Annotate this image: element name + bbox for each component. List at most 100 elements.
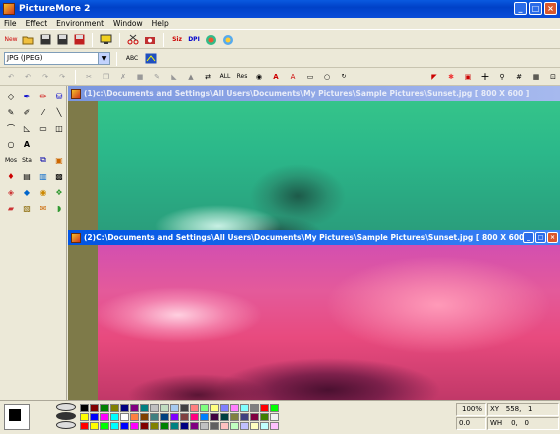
resize-icon[interactable]: Siz <box>170 33 184 47</box>
effects-icon[interactable] <box>221 33 235 47</box>
checker-icon[interactable]: ▩ <box>52 169 66 183</box>
select-all-button[interactable]: ALL <box>218 70 232 84</box>
curve-icon[interactable]: ⌒ <box>4 121 18 135</box>
palette-swatch[interactable] <box>130 404 139 412</box>
menu-environment[interactable]: Environment <box>56 19 104 28</box>
menu-effect[interactable]: Effect <box>26 19 48 28</box>
palette-swatch[interactable] <box>230 422 239 430</box>
palette-swatch[interactable] <box>130 413 139 421</box>
palette-swatch[interactable] <box>260 422 269 430</box>
palette-swatch[interactable] <box>270 413 279 421</box>
polygon-icon[interactable]: ◺ <box>20 121 34 135</box>
pencil-icon[interactable]: ✏ <box>36 89 50 103</box>
eraser-icon[interactable]: ◇ <box>4 89 18 103</box>
pen-icon[interactable]: ✒ <box>20 89 34 103</box>
redo-icon[interactable]: ↷ <box>38 70 52 84</box>
palette-swatch[interactable] <box>90 404 99 412</box>
palette-swatch[interactable] <box>220 422 229 430</box>
brush-tool-icon[interactable]: ✎ <box>4 105 18 119</box>
rect-tool-icon[interactable]: ▭ <box>36 121 50 135</box>
image-window-1-titlebar[interactable]: (1)c:\Documents and Settings\All Users\D… <box>68 86 560 101</box>
palette-swatch[interactable] <box>170 413 179 421</box>
mode-option[interactable] <box>56 403 76 411</box>
new-button[interactable]: New <box>4 33 18 47</box>
palette-swatch[interactable] <box>200 404 209 412</box>
oval-tool-icon[interactable]: ○ <box>4 137 18 151</box>
palette-swatch[interactable] <box>260 413 269 421</box>
resolution-button[interactable]: Res <box>235 70 249 84</box>
cut-icon[interactable]: ✂ <box>82 70 96 84</box>
menu-file[interactable]: File <box>4 19 17 28</box>
palette-swatch[interactable] <box>80 413 89 421</box>
draw-mode-selector[interactable] <box>56 403 76 431</box>
image-window-2-titlebar[interactable]: (2)C:\Documents and Settings\All Users\D… <box>68 230 560 245</box>
table-grid-icon[interactable]: ▦ <box>529 70 543 84</box>
palette-swatch[interactable] <box>100 404 109 412</box>
color-brush-icon[interactable]: ♦ <box>4 169 18 183</box>
save-icon[interactable] <box>38 33 52 47</box>
foreground-color[interactable] <box>8 408 22 422</box>
palette-swatch[interactable] <box>180 404 189 412</box>
menu-help[interactable]: Help <box>152 19 169 28</box>
zoom-icon[interactable]: ⚲ <box>495 70 509 84</box>
image-window-1[interactable]: (1)c:\Documents and Settings\All Users\D… <box>68 86 560 230</box>
palette-swatch[interactable] <box>100 422 109 430</box>
frame-icon[interactable]: ▣ <box>461 70 475 84</box>
save-all-icon[interactable] <box>72 33 86 47</box>
minimize-button[interactable]: _ <box>514 2 527 15</box>
palette-swatch[interactable] <box>110 422 119 430</box>
palette-swatch[interactable] <box>140 404 149 412</box>
mode-option[interactable] <box>56 421 76 429</box>
sharpen-icon[interactable]: ◆ <box>20 185 34 199</box>
spray-icon[interactable]: ⁄ <box>36 105 50 119</box>
fit-window-icon[interactable]: ⊡ <box>546 70 560 84</box>
sunset-image-green[interactable] <box>98 101 560 230</box>
palette-swatch[interactable] <box>80 422 89 430</box>
image-info-icon[interactable]: ◉ <box>252 70 266 84</box>
pattern-icon[interactable]: ▤ <box>20 169 34 183</box>
stamp-tool-icon[interactable]: ✉ <box>36 201 50 215</box>
palette-swatch[interactable] <box>140 422 149 430</box>
emboss-icon[interactable]: ▧ <box>20 201 34 215</box>
line-icon[interactable]: ╲ <box>52 105 66 119</box>
palette-swatch[interactable] <box>140 413 149 421</box>
image-canvas-2[interactable] <box>68 245 560 400</box>
palette-swatch[interactable] <box>240 404 249 412</box>
window-minimize-button[interactable]: _ <box>523 232 534 243</box>
window-maximize-button[interactable]: □ <box>535 232 546 243</box>
palette-swatch[interactable] <box>150 413 159 421</box>
brush-icon[interactable]: ✎ <box>150 70 164 84</box>
grid-icon[interactable]: # <box>512 70 526 84</box>
palette-swatch[interactable] <box>160 404 169 412</box>
sparkle-icon[interactable]: ✱ <box>444 70 458 84</box>
text-tool-icon[interactable]: A <box>20 137 34 151</box>
mosaic-button[interactable]: Mos <box>4 153 18 167</box>
lock-icon[interactable]: ▲ <box>184 70 198 84</box>
undo-icon[interactable]: ↶ <box>4 70 18 84</box>
clone-icon[interactable]: ⧉ <box>36 153 50 167</box>
palette-swatch[interactable] <box>180 422 189 430</box>
palette-swatch[interactable] <box>90 422 99 430</box>
stamp-button[interactable]: Sta <box>20 153 34 167</box>
palette-swatch[interactable] <box>160 413 169 421</box>
undo-all-icon[interactable]: ↶ <box>21 70 35 84</box>
fill-bucket-icon[interactable]: ⛁ <box>52 89 66 103</box>
image-window-2[interactable]: (2)C:\Documents and Settings\All Users\D… <box>68 230 560 400</box>
palette-swatch[interactable] <box>120 404 129 412</box>
rounded-rect-icon[interactable]: ◫ <box>52 121 66 135</box>
palette-swatch[interactable] <box>240 422 249 430</box>
text-abc-button[interactable]: ABC <box>123 52 141 66</box>
text-icon[interactable]: A <box>269 70 283 84</box>
ellipse-icon[interactable]: ○ <box>320 70 334 84</box>
palette-swatch[interactable] <box>230 404 239 412</box>
copy-icon[interactable]: ❐ <box>99 70 113 84</box>
palette-swatch[interactable] <box>210 413 219 421</box>
palette-swatch[interactable] <box>110 404 119 412</box>
crosshair-icon[interactable]: + <box>478 70 492 84</box>
palette-swatch[interactable] <box>130 422 139 430</box>
palette-swatch[interactable] <box>270 422 279 430</box>
color-wheel-icon[interactable] <box>204 33 218 47</box>
pick-color-icon[interactable]: ◤ <box>427 70 441 84</box>
palette-swatch[interactable] <box>260 404 269 412</box>
open-folder-icon[interactable] <box>21 33 35 47</box>
